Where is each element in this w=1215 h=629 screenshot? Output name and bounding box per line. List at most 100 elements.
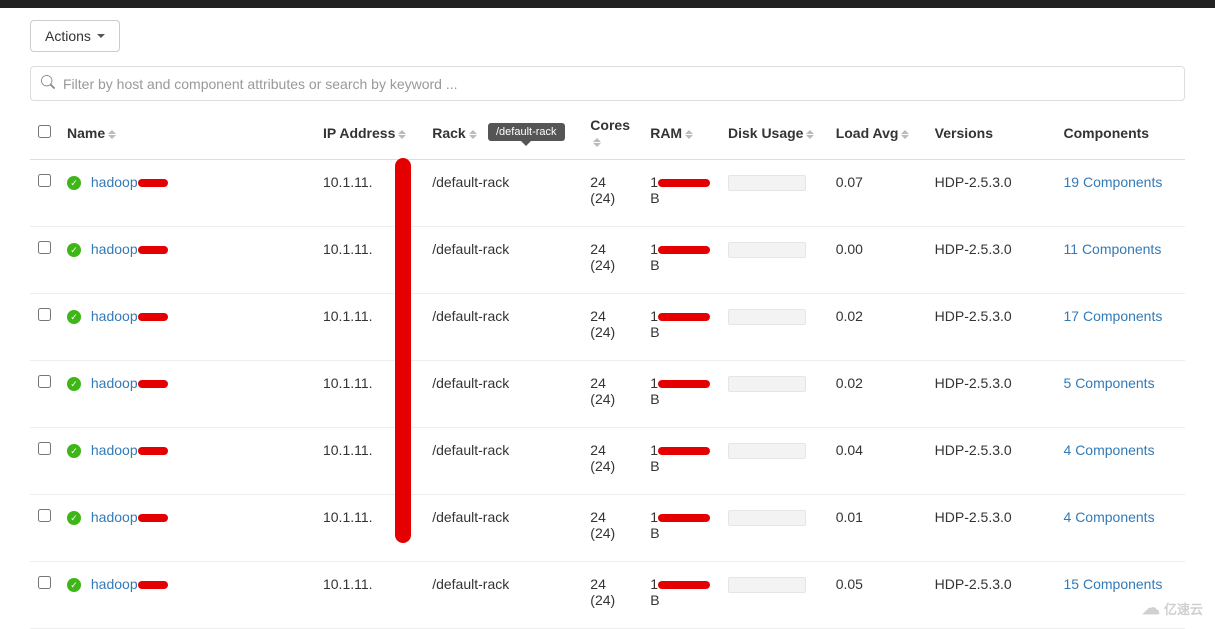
header-ram[interactable]: RAM — [642, 107, 720, 160]
sort-icon — [469, 130, 477, 139]
header-ip[interactable]: IP Address — [315, 107, 424, 160]
row-checkbox[interactable] — [38, 509, 51, 522]
disk-usage-bar — [728, 175, 806, 191]
status-ok-icon: ✓ — [67, 243, 81, 257]
header-disk[interactable]: Disk Usage — [720, 107, 828, 160]
header-load[interactable]: Load Avg — [828, 107, 927, 160]
redaction-mark — [658, 447, 710, 455]
redaction-mark — [138, 447, 168, 455]
version-cell: HDP-2.5.3.0 — [927, 294, 1056, 361]
actions-dropdown-button[interactable]: Actions — [30, 20, 120, 52]
ip-cell: 10.1.11. — [315, 160, 424, 227]
redaction-mark — [658, 246, 710, 254]
host-name-link[interactable]: hadoop — [91, 308, 138, 324]
redaction-mark — [658, 313, 710, 321]
status-ok-icon: ✓ — [67, 176, 81, 190]
row-checkbox[interactable] — [38, 174, 51, 187]
rack-cell: /default-rack — [424, 294, 582, 361]
sort-icon — [806, 130, 814, 139]
row-checkbox[interactable] — [38, 375, 51, 388]
redaction-mark — [138, 313, 168, 321]
row-checkbox[interactable] — [38, 241, 51, 254]
version-cell: HDP-2.5.3.0 — [927, 562, 1056, 629]
status-ok-icon: ✓ — [67, 444, 81, 458]
load-cell: 0.01 — [828, 495, 927, 562]
row-checkbox[interactable] — [38, 308, 51, 321]
hosts-table: Name IP Address Rack Cores RAM Disk Usag… — [30, 107, 1185, 629]
cores-cell: 24 (24) — [582, 495, 642, 562]
ram-cell: 1B — [642, 562, 720, 629]
status-ok-icon: ✓ — [67, 310, 81, 324]
header-cores[interactable]: Cores — [582, 107, 642, 160]
version-cell: HDP-2.5.3.0 — [927, 361, 1056, 428]
disk-usage-bar — [728, 443, 806, 459]
redaction-mark — [138, 581, 168, 589]
host-name-link[interactable]: hadoop — [91, 509, 138, 525]
version-cell: HDP-2.5.3.0 — [927, 227, 1056, 294]
sort-icon — [398, 130, 406, 139]
watermark: ☁ 亿速云 — [1142, 598, 1203, 619]
host-name-link[interactable]: hadoop — [91, 442, 138, 458]
host-name-link[interactable]: hadoop — [91, 576, 138, 592]
ip-cell: 10.1.11. — [315, 495, 424, 562]
disk-usage-bar — [728, 242, 806, 258]
redaction-mark — [658, 514, 710, 522]
components-link[interactable]: 5 Components — [1064, 375, 1155, 391]
top-nav-bar — [0, 0, 1215, 8]
rack-cell: /default-rack — [424, 160, 582, 227]
ram-cell: 1B — [642, 160, 720, 227]
host-name-link[interactable]: hadoop — [91, 174, 138, 190]
disk-usage-bar — [728, 510, 806, 526]
cores-cell: 24 (24) — [582, 227, 642, 294]
filter-input[interactable] — [63, 76, 1174, 92]
components-link[interactable]: 11 Components — [1064, 241, 1162, 257]
table-row: ✓ hadoop 10.1.11. /default-rack 24 (24) … — [30, 428, 1185, 495]
cloud-icon: ☁ — [1142, 598, 1160, 619]
disk-cell — [720, 227, 828, 294]
components-link[interactable]: 4 Components — [1064, 509, 1155, 525]
load-cell: 0.07 — [828, 160, 927, 227]
rack-cell: /default-rack — [424, 361, 582, 428]
table-row: ✓ hadoop 10.1.11. /default-rack 24 (24) … — [30, 361, 1185, 428]
components-link[interactable]: 17 Components — [1064, 308, 1163, 324]
row-checkbox[interactable] — [38, 576, 51, 589]
redaction-mark — [658, 179, 710, 187]
sort-icon — [685, 130, 693, 139]
ip-cell: 10.1.11. — [315, 562, 424, 629]
table-row: ✓ hadoop 10.1.11. /default-rack 24 (24) … — [30, 160, 1185, 227]
components-link[interactable]: 4 Components — [1064, 442, 1155, 458]
redaction-mark — [138, 514, 168, 522]
load-cell: 0.02 — [828, 294, 927, 361]
rack-tooltip: /default-rack — [488, 123, 565, 141]
redaction-mark — [658, 581, 710, 589]
version-cell: HDP-2.5.3.0 — [927, 160, 1056, 227]
cores-cell: 24 (24) — [582, 361, 642, 428]
header-components: Components — [1056, 107, 1185, 160]
status-ok-icon: ✓ — [67, 377, 81, 391]
components-link[interactable]: 19 Components — [1064, 174, 1163, 190]
rack-cell: /default-rack — [424, 428, 582, 495]
header-versions: Versions — [927, 107, 1056, 160]
rack-cell: /default-rack — [424, 495, 582, 562]
cores-cell: 24 (24) — [582, 294, 642, 361]
disk-cell — [720, 495, 828, 562]
status-ok-icon: ✓ — [67, 511, 81, 525]
row-checkbox[interactable] — [38, 442, 51, 455]
disk-usage-bar — [728, 309, 806, 325]
select-all-checkbox[interactable] — [38, 125, 51, 138]
rack-cell: /default-rack — [424, 227, 582, 294]
host-name-link[interactable]: hadoop — [91, 241, 138, 257]
host-name-link[interactable]: hadoop — [91, 375, 138, 391]
caret-down-icon — [97, 34, 105, 38]
search-icon — [41, 75, 55, 92]
header-name[interactable]: Name — [59, 107, 315, 160]
load-cell: 0.04 — [828, 428, 927, 495]
actions-label: Actions — [45, 28, 91, 44]
table-row: ✓ hadoop 10.1.11. /default-rack 24 (24) … — [30, 495, 1185, 562]
filter-container[interactable] — [30, 66, 1185, 101]
cores-cell: 24 (24) — [582, 428, 642, 495]
load-cell: 0.02 — [828, 361, 927, 428]
load-cell: 0.05 — [828, 562, 927, 629]
components-link[interactable]: 15 Components — [1064, 576, 1163, 592]
ip-cell: 10.1.11. — [315, 361, 424, 428]
